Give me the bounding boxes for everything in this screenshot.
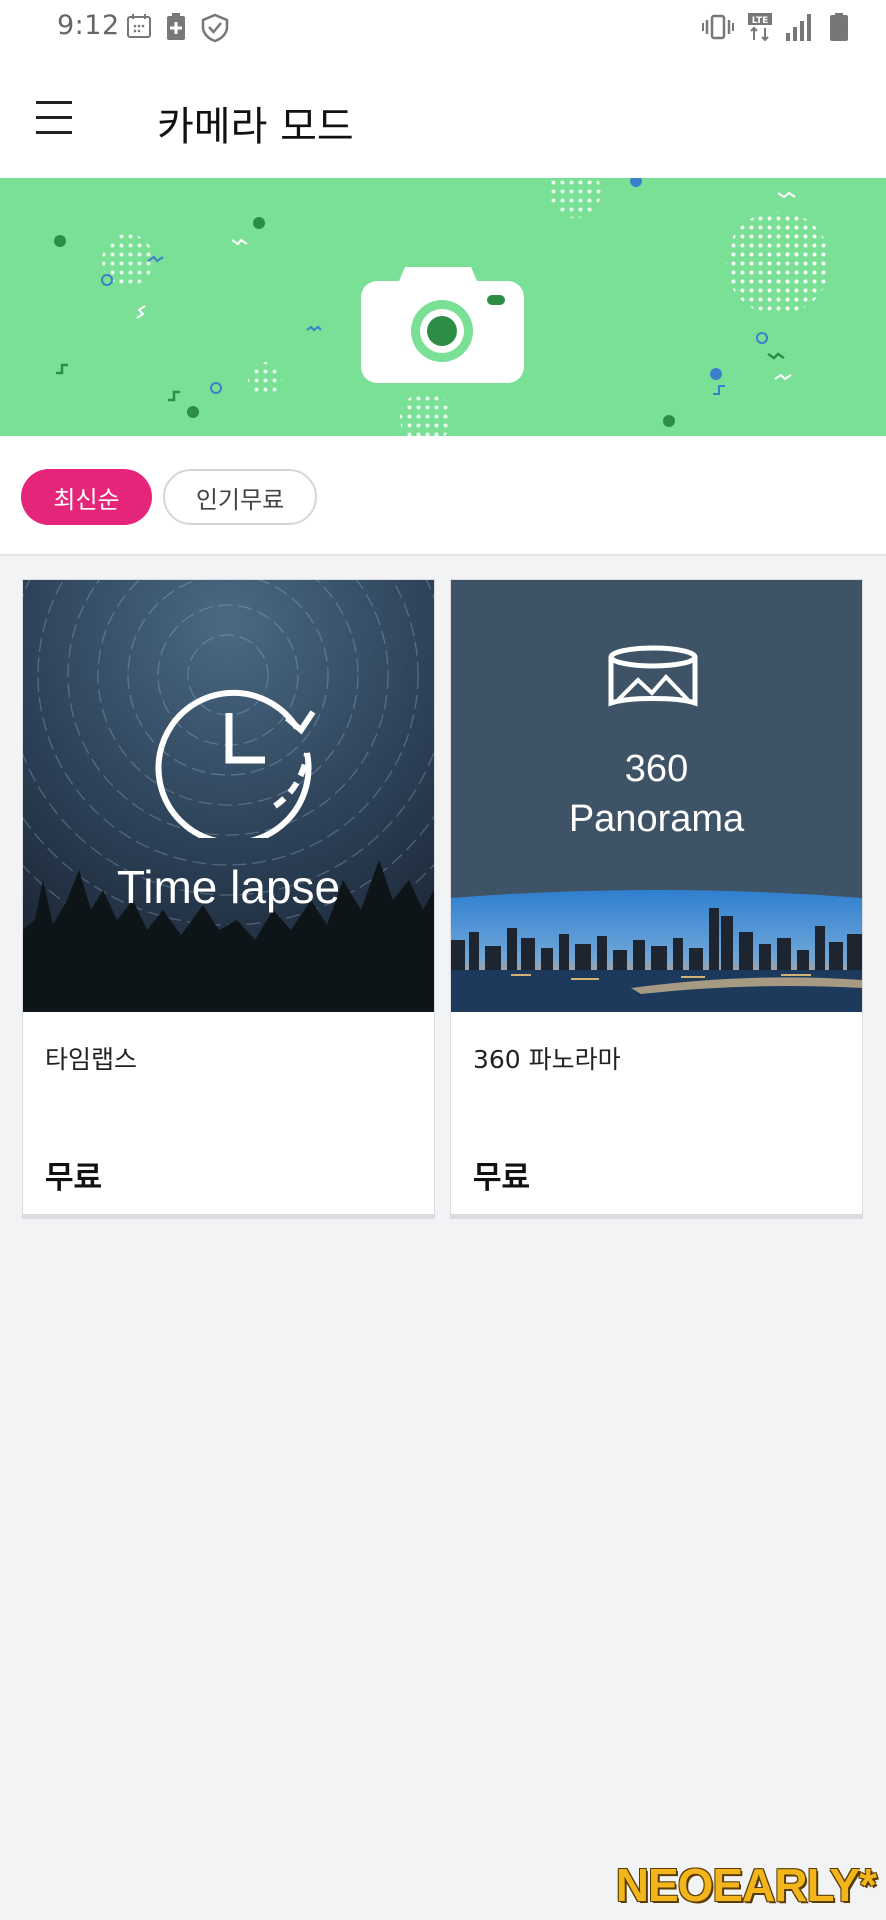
hamburger-menu-button[interactable] [36,92,86,142]
mode-price: 무료 [45,1160,103,1196]
status-time: 9:12 [57,10,120,41]
sort-filter-bar: 최신순 인기무료 [0,436,886,556]
shield-check-icon [200,13,230,47]
mode-card-panorama[interactable]: 360 Panorama 360 파노라마 무료 [450,579,863,1219]
timelapse-thumbnail-text: Time lapse [116,861,341,913]
status-bar: 9:12 LTE [0,0,886,56]
mode-price: 무료 [473,1160,531,1196]
filter-chip-latest[interactable]: 최신순 [21,469,152,525]
menu-line [36,115,72,119]
menu-line [36,100,72,104]
city-skyline-image [451,890,862,1012]
mode-title: 타임랩스 [45,1045,138,1074]
watermark-logo: NEOEARLY* [615,1859,877,1911]
category-banner [0,178,886,436]
calendar-icon [126,13,152,47]
menu-line [36,130,72,134]
lte-icon: LTE [748,13,772,45]
panorama-icon [608,645,698,707]
mode-title: 360 파노라마 [473,1045,621,1074]
panorama-thumbnail: 360 Panorama [451,580,862,1012]
timelapse-thumbnail: Time lapse [23,580,434,1012]
camera-icon [361,267,524,383]
mode-card-timelapse[interactable]: Time lapse 타임랩스 무료 [22,579,435,1219]
vibrate-icon [702,14,734,44]
panorama-thumbnail-line1: 360 [624,748,689,790]
signal-icon [786,13,816,45]
timer-clock-icon [155,689,316,838]
page-title: 카메라 모드 [157,104,354,150]
battery-saver-icon [166,13,186,47]
panorama-thumbnail-line2: Panorama [568,798,745,840]
svg-text:LTE: LTE [752,16,769,26]
battery-icon [830,13,848,45]
filter-chip-popular-free[interactable]: 인기무료 [163,469,317,525]
app-bar: 카메라 모드 [0,56,886,178]
